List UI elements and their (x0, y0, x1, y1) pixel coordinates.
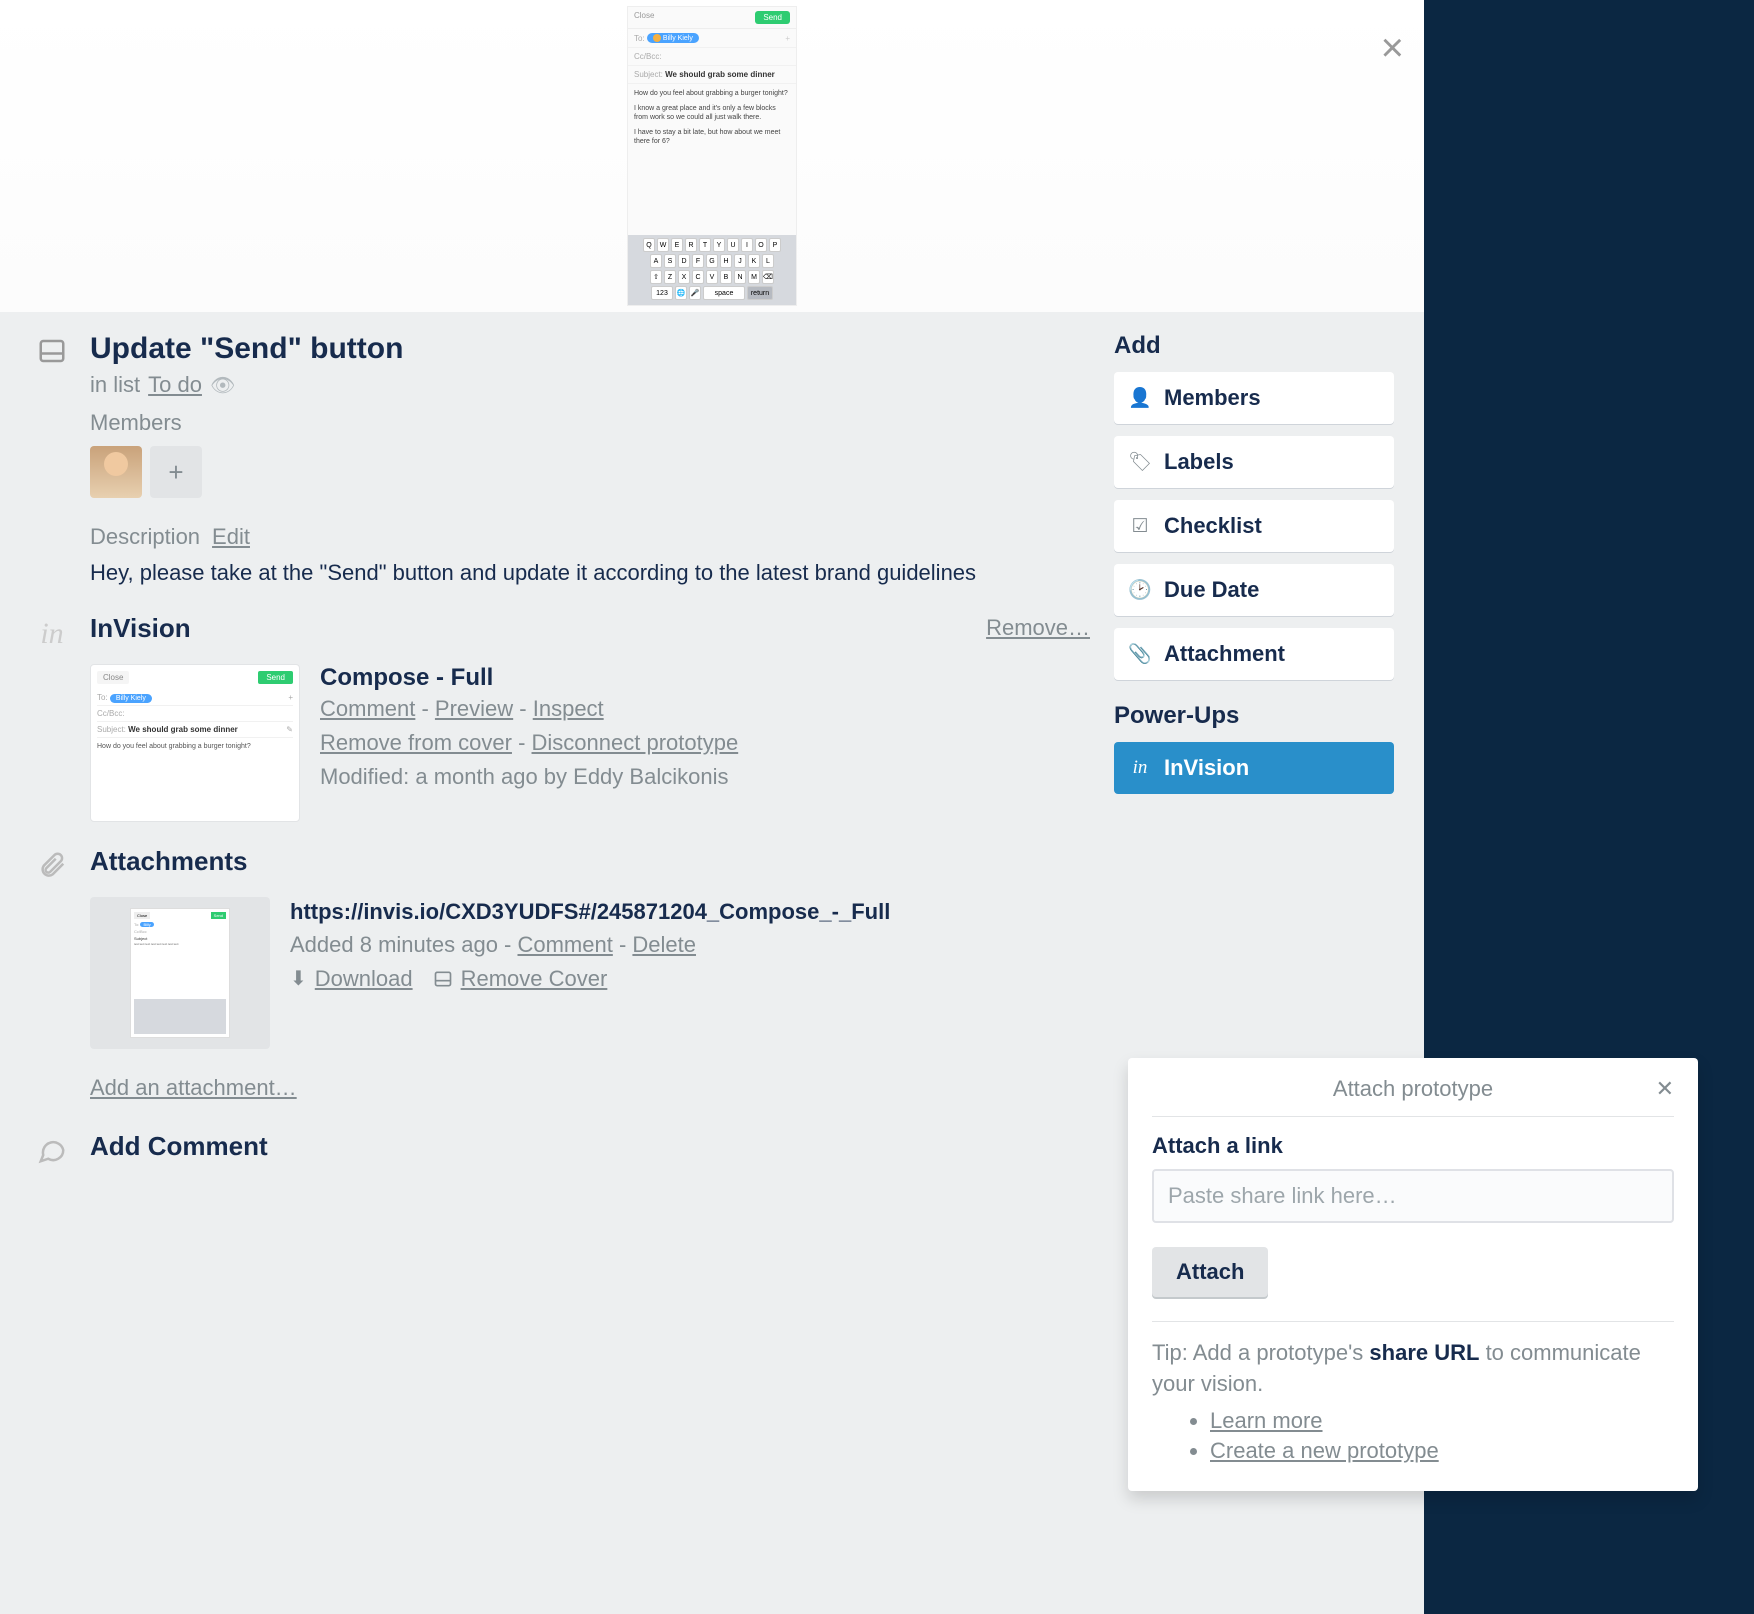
members-label: Members (90, 410, 1090, 436)
att-comment-link[interactable]: Comment (517, 932, 612, 957)
cover-image[interactable]: Close Send To: Billy Kiely+ Cc/Bcc: Subj… (627, 6, 797, 306)
attachment-thumbnail[interactable]: CloseSend To: Billy Cc/Bcc Subject text … (90, 897, 270, 1049)
divider (1152, 1321, 1674, 1322)
disconnect-link[interactable]: Disconnect prototype (532, 730, 739, 755)
invision-title: InVision (90, 613, 191, 644)
clock-icon: 🕑 (1130, 578, 1150, 602)
att-delete-link[interactable]: Delete (632, 932, 696, 957)
mock-close: Close (634, 11, 654, 24)
card-title[interactable]: Update "Send" button (90, 332, 1090, 366)
members-button[interactable]: 👤Members (1114, 372, 1394, 424)
learn-more-link[interactable]: Learn more (1210, 1408, 1323, 1433)
modified-meta: Modified: a month ago by Eddy Balcikonis (320, 764, 1090, 790)
attachments-title: Attachments (90, 846, 1090, 877)
add-attachment-link[interactable]: Add an attachment… (90, 1075, 1090, 1101)
watch-icon[interactable]: 👁 (210, 373, 235, 398)
attach-button[interactable]: Attach (1152, 1247, 1268, 1297)
prototype-name: Compose - Full (320, 664, 1090, 692)
remove-att-cover-link[interactable]: Remove Cover (461, 966, 608, 992)
checklist-button[interactable]: ☑Checklist (1114, 500, 1394, 552)
attachment-icon (30, 846, 74, 1049)
comment-icon (30, 1131, 74, 1165)
list-link[interactable]: To do (148, 372, 202, 398)
card-icon (30, 332, 74, 589)
inspect-link[interactable]: Inspect (533, 696, 604, 721)
checklist-icon: ☑ (1130, 515, 1150, 538)
card-cover: × Close Send To: Billy Kiely+ Cc/Bcc: Su… (0, 0, 1424, 312)
invision-thumbnail[interactable]: CloseSend To: Billy Kiely+ Cc/Bcc: Subje… (90, 664, 300, 822)
paperclip-icon: 📎 (1130, 642, 1150, 666)
labels-button[interactable]: 🏷Labels (1114, 436, 1394, 488)
attachment-name[interactable]: https://invis.io/CXD3YUDFS#/245871204_Co… (290, 897, 1090, 928)
add-section-title: Add (1114, 332, 1394, 360)
remove-cover-link[interactable]: Remove from cover (320, 730, 512, 755)
remove-powerup-link[interactable]: Remove… (986, 615, 1090, 641)
user-icon: 👤 (1130, 386, 1150, 410)
edit-description-link[interactable]: Edit (212, 524, 250, 550)
download-link[interactable]: Download (315, 966, 413, 992)
popover-title: Attach prototype (1333, 1076, 1493, 1101)
description-label: Description (90, 524, 200, 550)
tip-text: Tip: Add a prototype's share URL to comm… (1152, 1338, 1674, 1467)
share-link-input[interactable] (1152, 1169, 1674, 1223)
member-avatar[interactable] (90, 446, 142, 498)
card-modal: × Close Send To: Billy Kiely+ Cc/Bcc: Su… (0, 0, 1424, 1614)
preview-link[interactable]: Preview (435, 696, 513, 721)
download-icon: ⬇ (290, 966, 307, 991)
cover-icon (433, 969, 453, 989)
mock-keyboard: QWERTYUIOP ASDFGHJKL ⇧ZXCVBNM⌫ 123 🌐 🎤 s… (628, 235, 796, 305)
mock-send: Send (755, 11, 790, 24)
attachment-button[interactable]: 📎Attachment (1114, 628, 1394, 680)
invision-icon: in (30, 613, 74, 822)
popover-close-icon[interactable]: ✕ (1656, 1076, 1674, 1102)
invision-logo-icon: in (1130, 757, 1150, 779)
close-icon[interactable]: × (1381, 28, 1404, 68)
comment-link[interactable]: Comment (320, 696, 415, 721)
powerups-section-title: Power-Ups (1114, 702, 1394, 730)
list-location: in list To do 👁 (90, 372, 1090, 398)
attach-prototype-popover: Attach prototype ✕ Attach a link Attach … (1128, 1058, 1698, 1491)
tag-icon: 🏷 (1130, 450, 1150, 474)
attach-link-label: Attach a link (1152, 1133, 1674, 1159)
card-main: Update "Send" button in list To do 👁 Mem… (30, 332, 1090, 1189)
create-prototype-link[interactable]: Create a new prototype (1210, 1438, 1439, 1463)
invision-powerup-button[interactable]: inInVision (1114, 742, 1394, 794)
add-comment-title: Add Comment (90, 1131, 1090, 1162)
description-text[interactable]: Hey, please take at the "Send" button an… (90, 558, 1090, 589)
add-member-button[interactable]: + (150, 446, 202, 498)
due-date-button[interactable]: 🕑Due Date (1114, 564, 1394, 616)
